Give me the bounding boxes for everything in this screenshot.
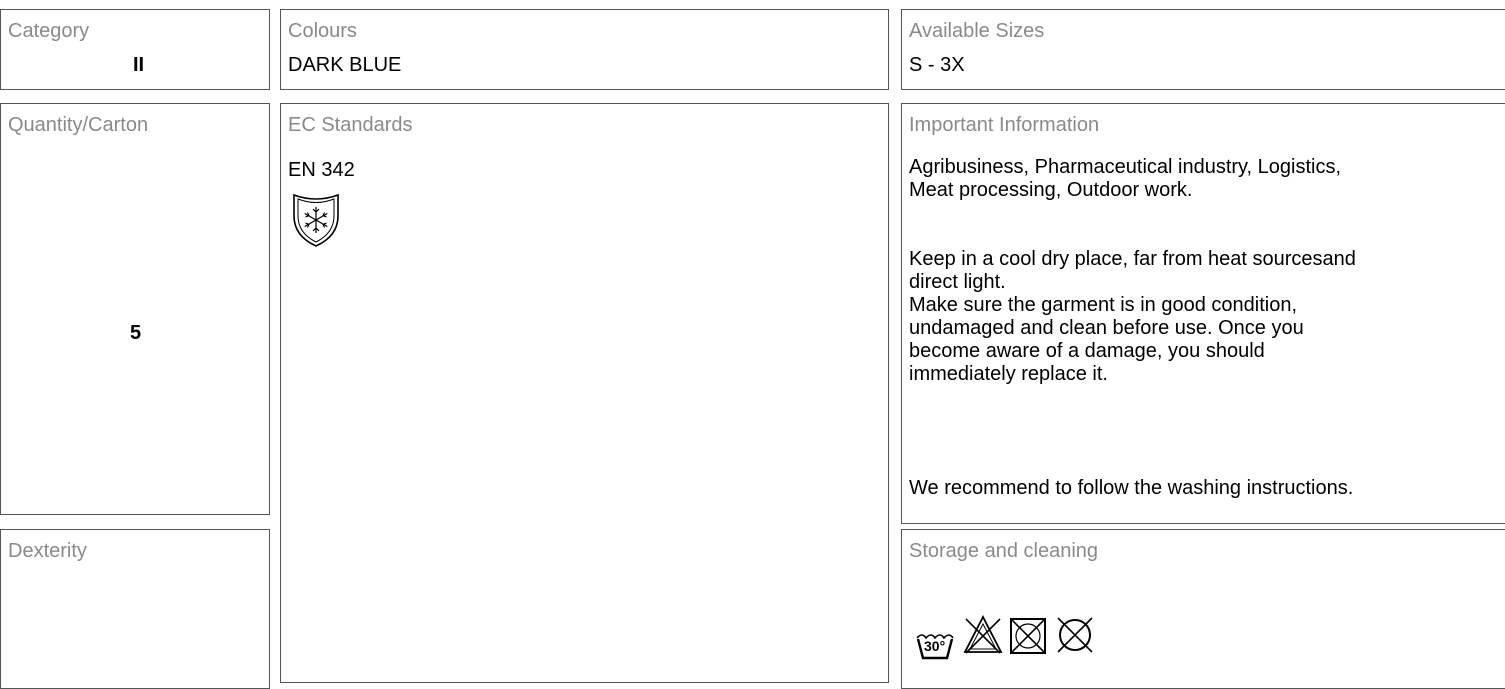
storage-box: Storage and cleaning 30° bbox=[901, 529, 1505, 689]
care-line-3: Make sure the garment is in good conditi… bbox=[909, 294, 1297, 316]
category-box: Category II bbox=[0, 9, 270, 90]
industries-paragraph: Agribusiness, Pharmaceutical industry, L… bbox=[909, 156, 1505, 202]
sizes-box: Available Sizes S - 3X bbox=[901, 9, 1505, 90]
sizes-value: S - 3X bbox=[909, 54, 965, 76]
colours-value: DARK BLUE bbox=[288, 54, 402, 76]
category-label: Category bbox=[8, 20, 90, 42]
dexterity-box: Dexterity bbox=[0, 529, 270, 689]
quantity-value: 5 bbox=[130, 322, 142, 344]
cold-protection-shield-icon bbox=[293, 193, 339, 247]
sizes-label: Available Sizes bbox=[909, 20, 1045, 42]
no-dry-clean-icon bbox=[1057, 617, 1093, 653]
quantity-box: Quantity/Carton 5 bbox=[0, 103, 270, 515]
ec-standards-box: EC Standards EN 342 bbox=[280, 103, 889, 683]
important-info-label: Important Information bbox=[909, 114, 1100, 136]
care-line-1: Keep in a cool dry place, far from heat … bbox=[909, 248, 1356, 270]
care-line-4: undamaged and clean before use. Once you bbox=[909, 317, 1304, 339]
ec-standards-value: EN 342 bbox=[288, 159, 355, 181]
wash-temperature: 30° bbox=[924, 638, 946, 654]
care-line-6: immediately replace it. bbox=[909, 363, 1108, 385]
care-line-2: direct light. bbox=[909, 271, 1006, 293]
no-tumble-dry-icon bbox=[1010, 618, 1046, 654]
industries-line-2: Meat processing, Outdoor work. bbox=[909, 179, 1193, 201]
care-line-5: become aware of a damage, you should bbox=[909, 340, 1265, 362]
important-info-box: Important Information Agribusiness, Phar… bbox=[901, 103, 1505, 524]
colours-label: Colours bbox=[288, 20, 357, 42]
wash-30-icon: 30° bbox=[915, 626, 955, 662]
quantity-label: Quantity/Carton bbox=[8, 114, 149, 136]
industries-line-1: Agribusiness, Pharmaceutical industry, L… bbox=[909, 156, 1342, 178]
ec-standards-label: EC Standards bbox=[288, 114, 413, 136]
dexterity-label: Dexterity bbox=[8, 540, 87, 562]
colours-box: Colours DARK BLUE bbox=[280, 9, 889, 90]
no-bleach-icon bbox=[963, 615, 1003, 654]
care-paragraph: Keep in a cool dry place, far from heat … bbox=[909, 248, 1505, 386]
category-value: II bbox=[133, 54, 145, 76]
storage-label: Storage and cleaning bbox=[909, 540, 1099, 562]
washing-note: We recommend to follow the washing instr… bbox=[909, 477, 1354, 499]
